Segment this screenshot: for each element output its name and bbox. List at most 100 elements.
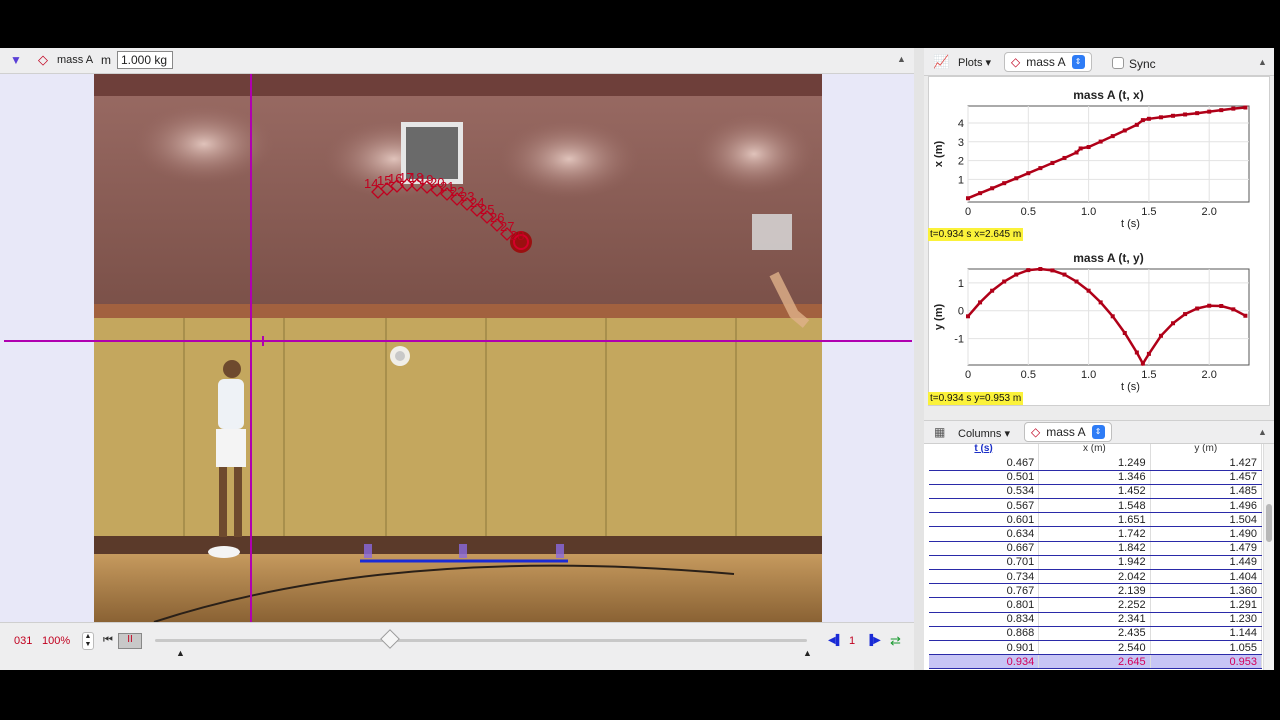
data-table: t (s) x (m) y (m) 0.467 1.249 1.427 0.501 1.… (929, 444, 1263, 670)
table-row[interactable]: 0.601 1.651 1.504 (929, 512, 1263, 528)
data-point (1243, 313, 1248, 318)
panel-splitter[interactable] (914, 48, 924, 670)
mass-input[interactable]: 1.000 kg (117, 51, 173, 69)
plot-icon: 📈 (933, 54, 950, 69)
data-point (1134, 122, 1139, 127)
table-toolbar: ▦ Columns ▾ ◇ mass A ⇕ ▲ (924, 420, 1274, 444)
data-point (990, 186, 995, 191)
data-point (1122, 331, 1127, 335)
table-cell: 1.457 (1150, 470, 1263, 485)
track-menu-icon[interactable]: ▼ (10, 53, 22, 67)
collapse-arrow-icon[interactable]: ▲ (1258, 427, 1267, 437)
table-row[interactable]: 0.501 1.346 1.457 (929, 470, 1263, 485)
table-row[interactable]: 0.634 1.742 1.490 (929, 526, 1263, 542)
table-cell: 0.767 (929, 583, 1040, 599)
loop-icon[interactable]: ⇄ (890, 633, 901, 649)
data-point (1014, 176, 1019, 181)
collapse-arrow-icon[interactable]: ▲ (897, 54, 906, 64)
select-arrows-icon: ⇕ (1071, 55, 1085, 69)
table-row[interactable]: 0.834 2.341 1.230 (929, 612, 1263, 627)
plots-area: mass A (t, x) 0 0.5 1.0 1.5 2.0 1 2 3 4 t (s) x (m)… (928, 76, 1270, 406)
video-panel: 14 15 16 17 18 19 20 21 22 23 24 25 26 2… (0, 74, 914, 622)
column-header-y[interactable]: y (m) (1150, 444, 1263, 456)
y-axis-label: y (m) (933, 304, 945, 331)
x-tick-label: 2.0 (1202, 369, 1217, 381)
step-back-icon[interactable]: ⏮ (103, 634, 113, 647)
table-cell: 2.645 (1038, 654, 1151, 670)
pause-button[interactable]: II (118, 633, 142, 649)
frame-label: 28 (510, 228, 524, 243)
data-point (1110, 134, 1115, 139)
table-cell: 1.496 (1150, 498, 1263, 514)
table-cell: 1.490 (1150, 526, 1263, 542)
plots-svg[interactable]: mass A (t, x) 0 0.5 1.0 1.5 2.0 1 2 3 4 t (s) x (m)… (929, 77, 1269, 405)
table-track-select[interactable]: ◇ mass A ⇕ (1024, 422, 1112, 442)
table-row[interactable]: 0.767 2.139 1.360 (929, 583, 1263, 599)
table-row[interactable]: 0.467 1.249 1.427 (929, 456, 1263, 471)
plot-track-select[interactable]: ◇ mass A ⇕ (1004, 52, 1092, 72)
data-panel: 📈 Plots ▾ ◇ mass A ⇕ Sync ▲ mass A (t, x… (924, 48, 1274, 670)
x-tick-label: 1.0 (1081, 369, 1096, 381)
table-row[interactable]: 0.901 2.540 1.055 (929, 640, 1263, 656)
step-size[interactable]: 1 (849, 635, 855, 647)
table-cell: 0.567 (929, 498, 1040, 514)
table-row[interactable]: 0.868 2.435 1.144 (929, 626, 1263, 641)
table-row[interactable]: 0.934 2.645 0.953 (929, 654, 1263, 670)
plot-track-label: mass A (1026, 55, 1066, 69)
x-tick-label: 1.0 (1081, 206, 1096, 218)
diamond-icon: ◇ (1011, 55, 1021, 69)
columns-menu-label: Columns (958, 428, 1002, 440)
step-back-arrow-icon[interactable]: ◀▌ (828, 635, 843, 646)
track-name[interactable]: mass A (57, 54, 93, 66)
data-point (1002, 181, 1007, 186)
data-point (1086, 145, 1091, 150)
start-marker-icon[interactable]: ▲ (176, 648, 185, 658)
table-cell: 0.601 (929, 512, 1040, 528)
plots-menu[interactable]: Plots ▾ (958, 56, 991, 69)
data-point (1140, 118, 1145, 123)
table-cell: 0.634 (929, 526, 1040, 542)
y-tick-label: 1 (958, 174, 964, 186)
table-scrollbar-thumb[interactable] (1266, 504, 1272, 542)
table-row[interactable]: 0.567 1.548 1.496 (929, 498, 1263, 514)
table-cell: 2.042 (1038, 569, 1151, 585)
video-frame[interactable]: 14 15 16 17 18 19 20 21 22 23 24 25 26 2… (94, 74, 822, 622)
table-cell: 0.734 (929, 569, 1040, 585)
column-header-x[interactable]: x (m) (1038, 444, 1151, 456)
step-forward-arrow-icon[interactable]: ▐▶ (866, 635, 881, 646)
y-axis-line[interactable] (250, 74, 252, 622)
zoom-level[interactable]: 100% (42, 635, 70, 647)
table-cell: 1.548 (1038, 498, 1151, 514)
table-cell: 1.360 (1150, 583, 1263, 599)
data-point (1231, 106, 1236, 111)
data-point (1086, 288, 1091, 293)
plots-toolbar: 📈 Plots ▾ ◇ mass A ⇕ Sync ▲ (924, 48, 1274, 76)
y-tick-label: 4 (958, 118, 964, 130)
axis-tick (262, 336, 264, 346)
frame-slider-track[interactable] (155, 639, 807, 642)
end-marker-icon[interactable]: ▲ (803, 648, 812, 658)
table-row[interactable]: 0.701 1.942 1.449 (929, 555, 1263, 571)
data-point (1195, 306, 1200, 311)
diamond-icon: ◇ (38, 52, 48, 67)
table-icon: ▦ (934, 425, 946, 439)
table-cell: 0.901 (929, 640, 1040, 656)
collapse-arrow-icon[interactable]: ▲ (1258, 57, 1267, 67)
column-header-t[interactable]: t (s) (929, 444, 1040, 456)
frame-slider-thumb[interactable] (379, 629, 400, 649)
table-row[interactable]: 0.667 1.842 1.479 (929, 541, 1263, 556)
table-row[interactable]: 0.801 2.252 1.291 (929, 597, 1263, 613)
x-axis-line[interactable] (4, 340, 912, 342)
sync-checkbox[interactable] (1112, 57, 1124, 69)
diamond-icon: ◇ (1031, 425, 1041, 439)
y-tick-label: 0 (958, 306, 964, 318)
zoom-stepper[interactable]: ▲ ▼ (82, 632, 94, 650)
data-point (1231, 307, 1236, 312)
table-row[interactable]: 0.534 1.452 1.485 (929, 484, 1263, 500)
table-scrollbar[interactable] (1263, 444, 1274, 670)
columns-menu[interactable]: Columns ▾ (958, 427, 1010, 440)
x-tick-label: 0 (965, 206, 971, 218)
table-cell: 1.504 (1150, 512, 1263, 528)
table-row[interactable]: 0.734 2.042 1.404 (929, 569, 1263, 585)
frame-number[interactable]: 031 (14, 635, 32, 647)
